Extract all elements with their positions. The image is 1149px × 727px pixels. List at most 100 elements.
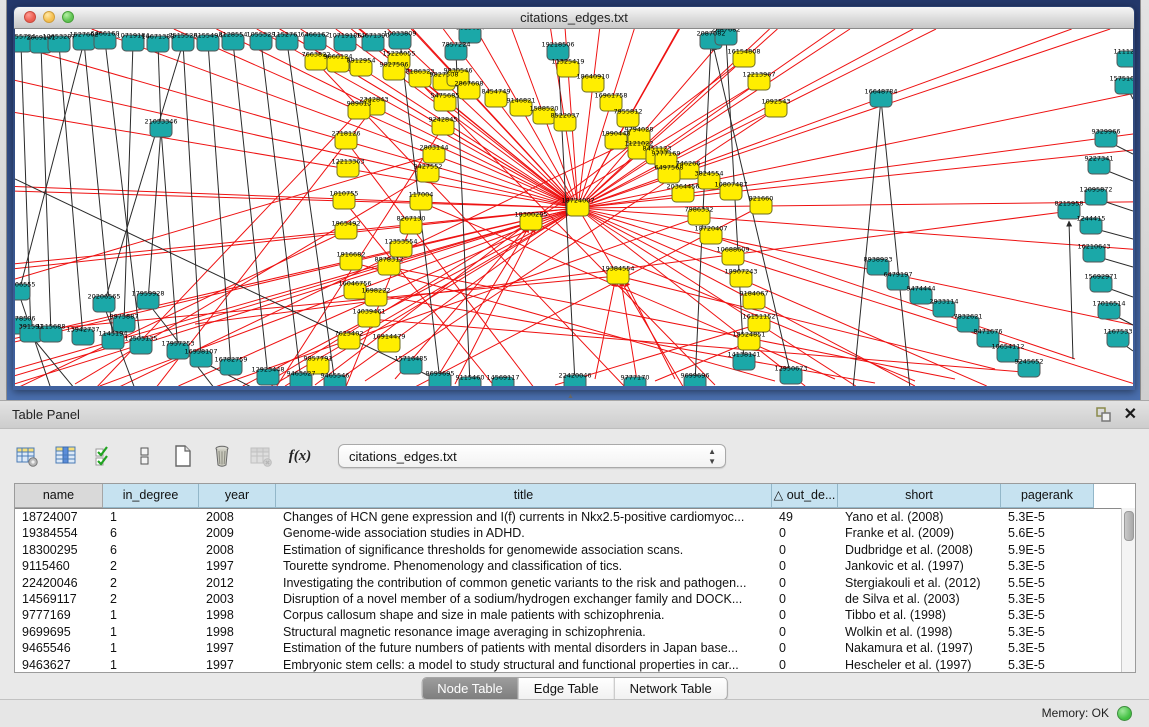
cell-out: 0 <box>772 575 838 591</box>
graph-node-label: 6466162 <box>301 31 330 39</box>
close-icon[interactable]: ✕ <box>1124 407 1137 423</box>
cell-short: Jankovic et al. (1997) <box>838 558 1001 574</box>
table-row[interactable]: 2242004622012Investigating the contribut… <box>15 575 1135 591</box>
table-row[interactable]: 946554611997Estimation of the future num… <box>15 640 1135 656</box>
cell-year: 1997 <box>199 640 276 656</box>
status-bar: Memory: OK <box>0 699 1149 727</box>
cell-pagerank: 5.3E-5 <box>1001 509 1094 525</box>
graph-node-label: 9975887 <box>110 313 139 321</box>
table-row[interactable]: 977716911998Corpus callosum shape and si… <box>15 607 1135 623</box>
graph-node-label: 15226055 <box>382 50 415 58</box>
graph-node-label: 12353554 <box>384 238 417 246</box>
cell-title: Tourette syndrome. Phenomenology and cla… <box>276 558 772 574</box>
table-panel-header: Table Panel ✕ <box>0 400 1149 429</box>
function-builder-icon[interactable]: f(x) <box>287 443 313 469</box>
graph-node-label: 8813054 <box>456 29 485 32</box>
graph-node-label: 20364456 <box>666 183 699 191</box>
graph-node-label: 7986332 <box>685 206 714 214</box>
graph-node-label: 1167533 <box>1104 328 1133 336</box>
table-row[interactable]: 1938455462009Genome-wide association stu… <box>15 525 1135 541</box>
graph-node-label: 9465546 <box>321 372 350 380</box>
tab-network-table[interactable]: Network Table <box>614 678 727 699</box>
column-header-6[interactable]: pagerank <box>1001 484 1094 508</box>
table-settings-icon[interactable] <box>14 443 40 469</box>
node-table-body: 1872400712008Changes of HCN gene express… <box>15 509 1135 673</box>
show-column-icon[interactable] <box>53 443 79 469</box>
graph-node-label: 25206555 <box>15 281 36 289</box>
graph-node-label: 6466160 <box>91 30 120 38</box>
tab-edge-table[interactable]: Edge Table <box>518 678 614 699</box>
graph-node-label: 2718126 <box>332 130 361 138</box>
graph-node-label: 821660 <box>749 195 774 203</box>
graph-node-label: 18524851 <box>732 331 765 339</box>
table-row[interactable]: 1830029562008Estimation of significance … <box>15 542 1135 558</box>
cell-short: Wolkin et al. (1998) <box>838 624 1001 640</box>
cell-name: 18300295 <box>15 542 103 558</box>
cell-out: 0 <box>772 657 838 673</box>
graph-node-label: 17959928 <box>131 290 164 298</box>
cell-title: Changes of HCN gene expression and I(f) … <box>276 509 772 525</box>
citation-network-graph[interactable]: 4355724206914110653287152760264661601071… <box>15 29 1133 386</box>
network-view-canvas[interactable]: 4355724206914110653287152760264661601071… <box>15 29 1133 386</box>
graph-node-label: 14039461 <box>352 308 385 316</box>
network-window-titlebar[interactable]: citations_edges.txt <box>14 7 1134 29</box>
graph-node-label: 9699696 <box>681 372 710 380</box>
table-vertical-scrollbar[interactable] <box>1121 508 1135 672</box>
scrollbar-thumb[interactable] <box>1124 511 1134 541</box>
table-row[interactable]: 1872400712008Changes of HCN gene express… <box>15 509 1135 525</box>
graph-node-label: 9245652 <box>1015 358 1044 366</box>
table-row[interactable]: 1456911722003Disruption of a novel membe… <box>15 591 1135 607</box>
cell-short: de Silva et al. (2003) <box>838 591 1001 607</box>
graph-node-label: 19384554 <box>601 265 634 273</box>
graph-node-label: 9830546 <box>444 67 473 75</box>
table-select-dropdown[interactable]: citations_edges.txt ▲▼ <box>338 444 726 468</box>
cell-in_degree: 1 <box>103 640 199 656</box>
row-height-icon[interactable] <box>131 443 157 469</box>
node-table[interactable]: namein_degreeyeartitle△ out_de...shortpa… <box>14 483 1136 673</box>
cell-in_degree: 2 <box>103 575 199 591</box>
graph-node-label: 12950673 <box>774 365 807 373</box>
column-header-4[interactable]: △ out_de... <box>772 484 838 508</box>
graph-node-label: 10807487 <box>714 181 747 189</box>
cell-name: 9115460 <box>15 558 103 574</box>
graph-node-label: 5475685 <box>431 92 460 100</box>
float-window-icon[interactable] <box>1095 406 1112 423</box>
column-header-1[interactable]: in_degree <box>103 484 199 508</box>
cell-year: 2012 <box>199 575 276 591</box>
graph-node-label: 8522037 <box>551 112 580 120</box>
graph-node-label: 18640910 <box>576 73 609 81</box>
column-header-0[interactable]: name <box>15 484 103 508</box>
table-row[interactable]: 969969511998Structural magnetic resonanc… <box>15 624 1135 640</box>
new-table-icon[interactable] <box>170 443 196 469</box>
delete-table-icon[interactable] <box>209 443 235 469</box>
column-header-3[interactable]: title <box>276 484 772 508</box>
memory-ok-indicator[interactable] <box>1117 706 1132 721</box>
column-header-5[interactable]: short <box>838 484 1001 508</box>
graph-node-label: 20206565 <box>87 293 120 301</box>
graph-node-label: 17957253 <box>161 340 194 348</box>
table-row[interactable]: 911546021997Tourette syndrome. Phenomeno… <box>15 558 1135 574</box>
cell-year: 2003 <box>199 591 276 607</box>
graph-node-label: 9827506 <box>380 61 409 69</box>
table-row[interactable]: 946362711997Embryonic stem cells: a mode… <box>15 657 1135 673</box>
graph-node-label: 9427552 <box>414 163 443 171</box>
cell-pagerank: 5.6E-5 <box>1001 525 1094 541</box>
graph-node-label: 9329966 <box>1092 128 1121 136</box>
cell-pagerank: 5.3E-5 <box>1001 558 1094 574</box>
graph-node-label: 15751074 <box>1109 75 1133 83</box>
cell-in_degree: 1 <box>103 607 199 623</box>
graph-node-label: 16914479 <box>372 333 405 341</box>
cell-in_degree: 1 <box>103 624 199 640</box>
cell-name: 9465546 <box>15 640 103 656</box>
graph-node-label: 16958107 <box>184 348 217 356</box>
cell-name: 22420046 <box>15 575 103 591</box>
graph-node-label: 16782759 <box>214 356 247 364</box>
column-header-2[interactable]: year <box>199 484 276 508</box>
select-rows-icon[interactable] <box>92 443 118 469</box>
cell-title: Genome-wide association studies in ADHD. <box>276 525 772 541</box>
graph-node-label: 9777170 <box>621 374 650 382</box>
tab-node-table[interactable]: Node Table <box>422 678 518 699</box>
graph-node-label: 16151152 <box>742 313 775 321</box>
graph-node-label: 11325419 <box>551 58 584 66</box>
cell-year: 2009 <box>199 525 276 541</box>
